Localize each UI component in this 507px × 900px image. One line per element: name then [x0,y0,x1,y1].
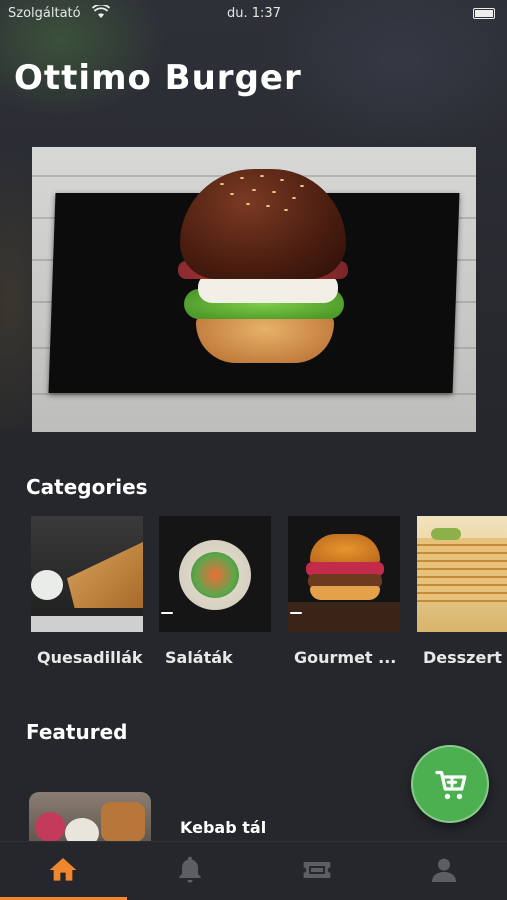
category-image [417,516,507,632]
tab-home[interactable] [0,842,127,900]
bell-icon [179,856,201,883]
battery-icon [473,8,495,19]
hero-burger-image[interactable] [32,147,476,432]
category-label: Gourmet ... [294,648,397,667]
category-image [288,516,400,632]
shopping-cart-icon [435,770,467,800]
category-image [31,516,143,632]
app-title: Ottimo Burger [14,58,302,98]
tab-profile[interactable] [381,842,507,900]
category-label: Saláták [165,648,233,667]
tab-orders[interactable] [254,842,380,900]
featured-item-name[interactable]: Kebab tál [180,818,266,837]
categories-carousel[interactable]: Quesadillák Saláták Gourmet ... Desszert [31,516,507,676]
category-card-desszert[interactable]: Desszert [417,516,507,667]
status-bar: Szolgáltató du. 1:37 [0,0,507,28]
category-label: Desszert [423,648,502,667]
category-card-salatak[interactable]: Saláták [159,516,271,667]
image-watermark [161,612,173,614]
image-watermark [290,612,302,614]
carrier-label: Szolgáltató [8,6,81,21]
home-icon [49,858,77,881]
bottom-tab-bar [0,841,507,900]
cart-button[interactable] [411,745,489,823]
profile-icon [432,858,456,882]
category-card-gourmet[interactable]: Gourmet ... [288,516,400,667]
categories-title: Categories [26,475,148,499]
wifi-icon [92,5,110,18]
category-label: Quesadillák [37,648,143,667]
category-card-quesadillak[interactable]: Quesadillák [31,516,143,667]
ticket-icon [303,862,331,878]
clock: du. 1:37 [227,6,281,21]
featured-title: Featured [26,720,128,744]
tab-notifications[interactable] [127,842,253,900]
category-image [159,516,271,632]
